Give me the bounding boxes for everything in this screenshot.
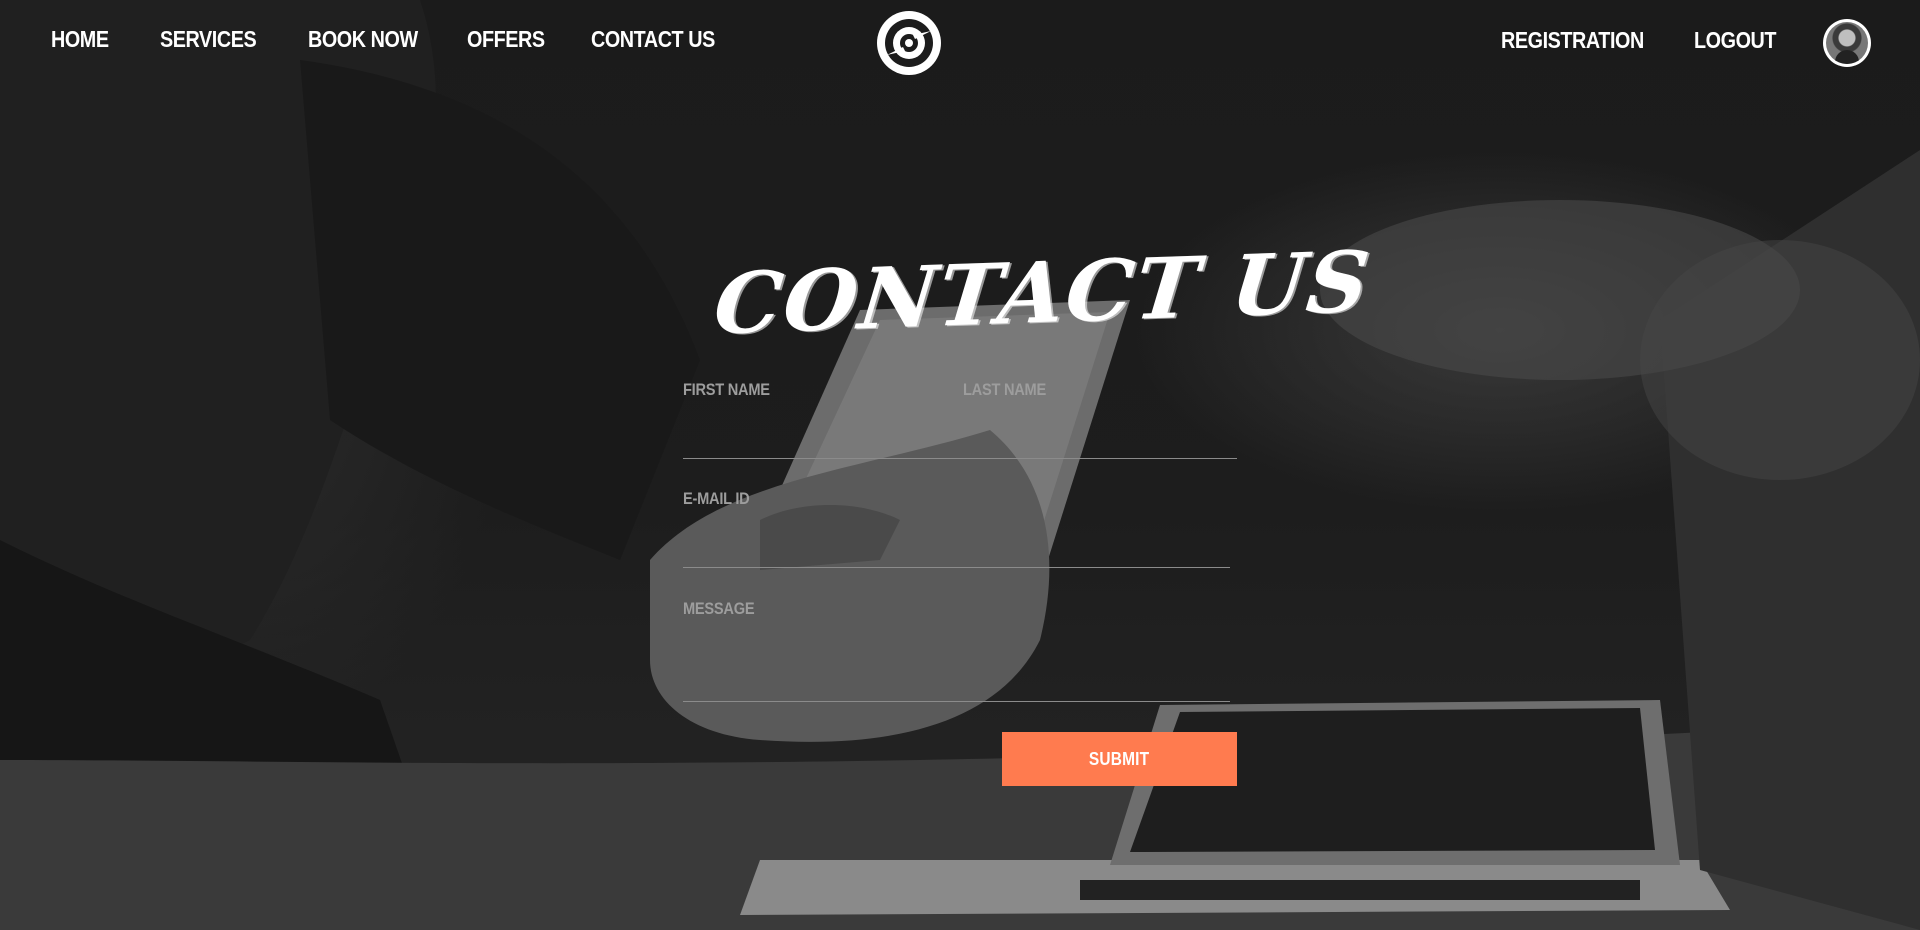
nav-link-offers[interactable]: OFFERS xyxy=(467,26,545,53)
nav-link-book-now[interactable]: BOOK NOW xyxy=(308,26,418,53)
avatar-photo xyxy=(1826,22,1868,64)
user-avatar[interactable] xyxy=(1823,19,1871,67)
message-field-underline xyxy=(683,701,1230,702)
message-label: MESSAGE xyxy=(683,599,755,618)
target-logo-icon xyxy=(878,12,940,74)
nav-link-registration[interactable]: REGISTRATION xyxy=(1501,27,1644,54)
top-navigation: HOME SERVICES BOOK NOW OFFERS CONTACT US… xyxy=(0,0,1920,86)
last-name-label: LAST NAME xyxy=(963,380,1046,399)
submit-button[interactable]: SUBMIT xyxy=(1002,732,1237,786)
submit-button-label: SUBMIT xyxy=(1089,748,1150,769)
message-field[interactable] xyxy=(683,631,1230,699)
brand-logo[interactable] xyxy=(877,11,941,75)
last-name-field[interactable] xyxy=(963,412,1237,456)
name-field-underline xyxy=(683,458,1237,459)
email-field[interactable] xyxy=(683,521,1230,565)
first-name-label: FIRST NAME xyxy=(683,380,770,399)
email-label: E-MAIL ID xyxy=(683,489,750,508)
nav-link-services[interactable]: SERVICES xyxy=(160,26,257,53)
nav-link-logout[interactable]: LOGOUT xyxy=(1694,27,1776,54)
first-name-field[interactable] xyxy=(683,412,953,456)
nav-link-home[interactable]: HOME xyxy=(51,26,109,53)
page-title: CONTACT US xyxy=(709,231,1376,354)
email-field-underline xyxy=(683,567,1230,568)
nav-link-contact-us[interactable]: CONTACT US xyxy=(591,26,715,53)
hero-background-image xyxy=(0,0,1920,930)
